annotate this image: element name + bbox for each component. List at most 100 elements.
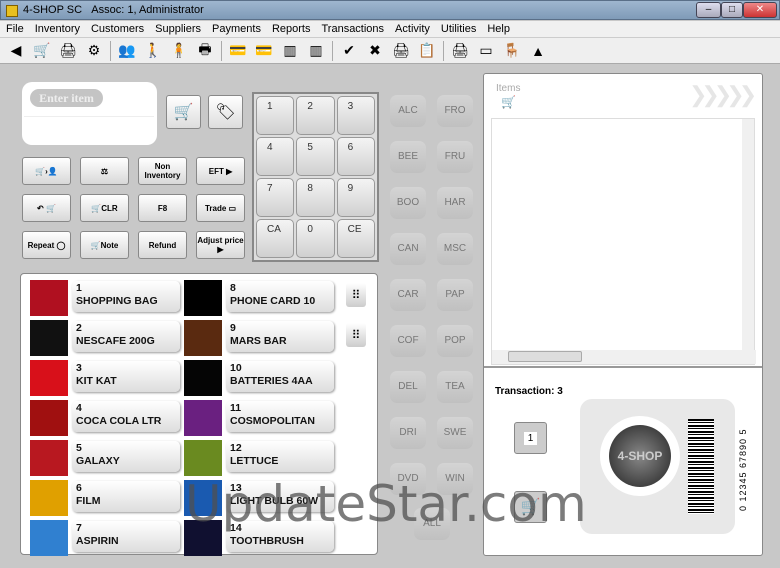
horizontal-scrollbar[interactable] (492, 350, 756, 364)
category-swe[interactable]: SWE (437, 417, 473, 449)
category-dri[interactable]: DRI (390, 417, 426, 449)
product-button[interactable]: 1 SHOPPING BAG (72, 281, 180, 312)
maximize-button[interactable]: □ (721, 2, 743, 18)
cart-button[interactable]: 🛒 (32, 41, 52, 61)
keypad-grid-button[interactable]: ⠿ (346, 283, 366, 307)
cart-to-customer-button[interactable]: 🛒›👤 (22, 157, 71, 185)
category-fro[interactable]: FRO (437, 95, 473, 127)
key-0[interactable]: 0 (296, 219, 335, 258)
product-button[interactable]: 5 GALAXY (72, 441, 180, 472)
cash-drawer-button[interactable]: F8 (138, 194, 187, 222)
category-har[interactable]: HAR (437, 187, 473, 219)
key-5[interactable]: 5 (296, 137, 335, 176)
category-pop[interactable]: POP (437, 325, 473, 357)
sold-button[interactable]: ▭ (476, 41, 496, 61)
minimize-button[interactable]: – (696, 2, 721, 18)
category-can[interactable]: CAN (390, 233, 426, 265)
product-button[interactable]: 8 PHONE CARD 10 (226, 281, 334, 312)
add-to-cart-button[interactable]: 🛒 (166, 95, 201, 129)
reject-button[interactable]: ✖ (365, 41, 385, 61)
category-fru[interactable]: FRU (437, 141, 473, 173)
product-button[interactable]: 6 FILM (72, 481, 180, 512)
adjust-price-button[interactable]: Adjust price ▶ (196, 231, 245, 259)
back-button[interactable]: ◀ (6, 41, 26, 61)
key-7[interactable]: 7 (256, 178, 295, 217)
clear-cart-button[interactable]: 🛒CLR (80, 194, 129, 222)
scroll-thumb[interactable] (508, 351, 582, 362)
category-msc[interactable]: MSC (437, 233, 473, 265)
menu-reports[interactable]: Reports (266, 21, 316, 35)
enter-item-input[interactable] (24, 116, 154, 132)
key-ca[interactable]: CA (256, 219, 295, 258)
product-button[interactable]: 3 KIT KAT (72, 361, 180, 392)
notes-button[interactable]: 📋 (417, 41, 437, 61)
barcode-delete-button[interactable]: ▥ (306, 41, 326, 61)
product-button[interactable]: 10 BATTERIES 4AA (226, 361, 334, 392)
note-button[interactable]: 🛒Note (80, 231, 129, 259)
key-4[interactable]: 4 (256, 137, 295, 176)
key-8[interactable]: 8 (296, 178, 335, 217)
menu-payments[interactable]: Payments (206, 21, 266, 35)
print-mail-button[interactable]: 🖨 (450, 41, 470, 61)
queue-button[interactable]: 1 (514, 422, 547, 454)
key-6[interactable]: 6 (336, 137, 375, 176)
menu-transactions[interactable]: Transactions (315, 21, 389, 35)
menu-inventory[interactable]: Inventory (29, 21, 85, 35)
category-win[interactable]: WIN (437, 463, 473, 495)
key-3[interactable]: 3 (336, 96, 375, 135)
key-9[interactable]: 9 (336, 178, 375, 217)
vertical-scrollbar[interactable] (742, 119, 754, 351)
close-button[interactable]: ✕ (743, 2, 777, 18)
menu-utilities[interactable]: Utilities (435, 21, 481, 35)
category-car[interactable]: CAR (390, 279, 426, 311)
product-button[interactable]: 9 MARS BAR (226, 321, 334, 352)
users-button[interactable]: 👥 (117, 41, 137, 61)
scale-button[interactable]: ⚖ (80, 157, 129, 185)
seat-button[interactable]: 🪑 (502, 41, 522, 61)
key-ce[interactable]: CE (336, 219, 375, 258)
print-doc-button[interactable]: 🖶 (195, 41, 215, 61)
items-list[interactable] (491, 118, 756, 365)
return-cart-button[interactable]: ↶ 🛒 (22, 194, 71, 222)
category-alc[interactable]: ALC (390, 95, 426, 127)
key-2[interactable]: 2 (296, 96, 335, 135)
category-all[interactable]: ALL (414, 508, 450, 540)
trade-button[interactable]: Trade ▭ (196, 194, 245, 222)
product-button[interactable]: 4 COCA COLA LTR (72, 401, 180, 432)
card-button[interactable]: 💳 (228, 41, 248, 61)
key-1[interactable]: 1 (256, 96, 295, 135)
keypad-grid-button[interactable]: ⠿ (346, 323, 366, 347)
repeat-button[interactable]: Repeat ◯ (22, 231, 71, 259)
cart-recall-button[interactable]: 🛒 (514, 491, 547, 523)
product-button[interactable]: 13 LIGHT BULB 60W (226, 481, 334, 512)
menu-file[interactable]: File (0, 21, 29, 35)
settings-button[interactable]: ⚙ (84, 41, 104, 61)
person-button[interactable]: 🚶 (143, 41, 163, 61)
eft-button[interactable]: EFT ▶ (196, 157, 245, 185)
supplier-button[interactable]: ▲ (528, 41, 548, 61)
category-pap[interactable]: PAP (437, 279, 473, 311)
category-cof[interactable]: COF (390, 325, 426, 357)
price-tag-button[interactable]: 🏷 (208, 95, 243, 129)
approve-button[interactable]: ✔ (339, 41, 359, 61)
category-boo[interactable]: BOO (390, 187, 426, 219)
menu-suppliers[interactable]: Suppliers (149, 21, 206, 35)
menu-customers[interactable]: Customers (85, 21, 149, 35)
printer-stop-button[interactable]: 🖨 (58, 41, 78, 61)
product-button[interactable]: 11 COSMOPOLITAN (226, 401, 334, 432)
customer-button[interactable]: 🧍 (169, 41, 189, 61)
product-button[interactable]: 2 NESCAFE 200G (72, 321, 180, 352)
product-button[interactable]: 12 LETTUCE (226, 441, 334, 472)
category-dvd[interactable]: DVD (390, 463, 426, 495)
barcode-button[interactable]: ▥ (280, 41, 300, 61)
non-inventory-button[interactable]: Non Inventory (138, 157, 187, 185)
category-tea[interactable]: TEA (437, 371, 473, 403)
category-del[interactable]: DEL (390, 371, 426, 403)
product-button[interactable]: 14 TOOTHBRUSH (226, 521, 334, 552)
category-bee[interactable]: BEE (390, 141, 426, 173)
product-button[interactable]: 7 ASPIRIN (72, 521, 180, 552)
menu-help[interactable]: Help (481, 21, 515, 35)
refund-button[interactable]: Refund (138, 231, 187, 259)
menu-activity[interactable]: Activity (389, 21, 435, 35)
card-delete-button[interactable]: 💳 (254, 41, 274, 61)
